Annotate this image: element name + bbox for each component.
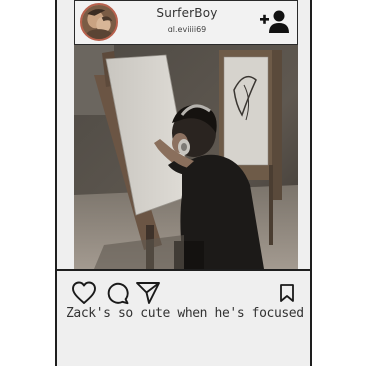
bookmark-icon [280, 284, 294, 302]
stage: SurferBoy ɑl.eviiii69 Zack's so cute whe… [0, 0, 371, 366]
send-icon [136, 282, 160, 304]
follow-button[interactable] [259, 9, 291, 35]
comment-icon [107, 282, 129, 305]
photo-image [74, 45, 298, 269]
post-header: SurferBoy ɑl.eviiii69 [74, 0, 298, 45]
add-user-icon [260, 10, 289, 33]
comment-button[interactable] [105, 280, 131, 306]
post-card: SurferBoy ɑl.eviiii69 Zack's so cute whe… [55, 0, 312, 366]
share-button[interactable] [135, 280, 161, 306]
post-actions [57, 271, 310, 311]
post-photo[interactable] [74, 45, 298, 269]
save-button[interactable] [277, 283, 297, 303]
heart-icon [72, 281, 96, 304]
post-caption: Zack's so cute when he's focused [66, 306, 304, 321]
like-button[interactable] [71, 280, 97, 306]
